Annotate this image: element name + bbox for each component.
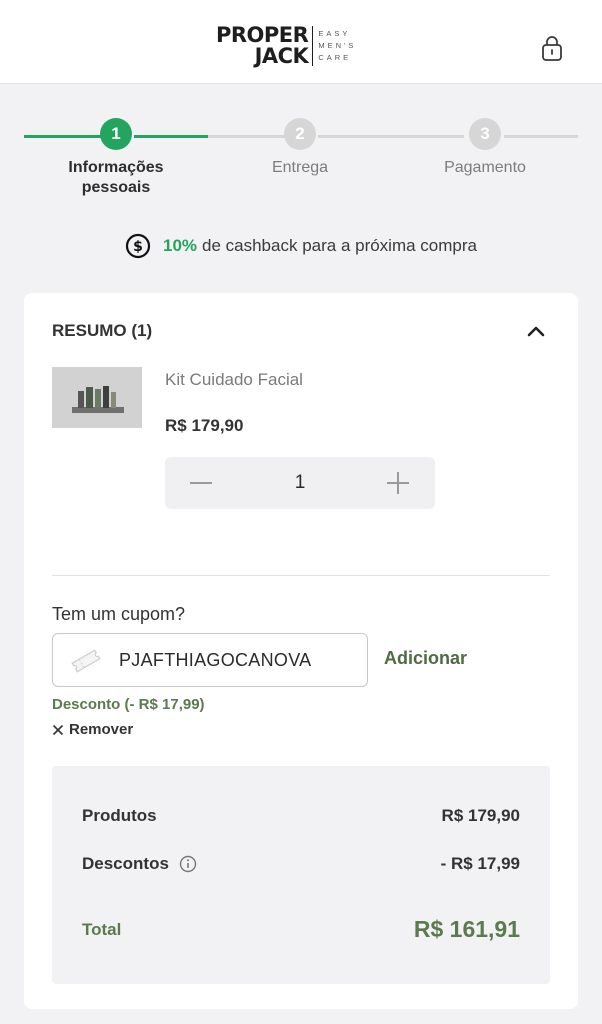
step-payment[interactable]: 3 Pagamento <box>415 118 555 178</box>
logo-divider <box>312 26 314 66</box>
total-row: Total R$ 161,91 <box>82 916 520 943</box>
lock-bag-icon[interactable] <box>540 36 564 62</box>
quantity-stepper: 1 <box>165 457 435 509</box>
total-label: Total <box>82 919 122 939</box>
close-icon <box>52 724 64 735</box>
step-number-2: 2 <box>284 118 316 150</box>
plus-icon[interactable] <box>384 470 412 496</box>
cashback-percent: 10% <box>162 236 198 255</box>
dollar-coin-icon: $ <box>125 233 151 259</box>
brand-tagline: EASY MEN'S CARE <box>318 28 356 64</box>
remove-label: Remover <box>69 721 134 738</box>
total-value: R$ 161,91 <box>413 916 520 942</box>
coupon-input[interactable] <box>119 634 359 686</box>
step-label-3: Pagamento <box>444 159 526 176</box>
cashback-banner: $ 10% de cashback para a próxima compra <box>0 232 602 260</box>
svg-text:$: $ <box>133 239 143 255</box>
step-label-1: Informações pessoais <box>68 158 163 198</box>
brand-logo[interactable]: PROPER JACK EASY MEN'S CARE <box>216 24 356 68</box>
product-image <box>52 367 142 428</box>
chevron-up-icon[interactable] <box>526 323 546 339</box>
discounts-value: - R$ 17,99 <box>440 854 520 873</box>
products-label: Produtos <box>82 806 157 825</box>
tagline-care: CARE <box>318 53 352 62</box>
header: PROPER JACK EASY MEN'S CARE <box>0 0 602 84</box>
info-icon[interactable] <box>179 855 197 873</box>
divider <box>52 575 550 576</box>
step-number-1: 1 <box>100 118 132 150</box>
brand-name-line2: JACK <box>254 44 309 68</box>
step-label-2: Entrega <box>271 159 329 176</box>
product-name: Kit Cuidado Facial <box>165 370 303 389</box>
products-value: R$ 179,90 <box>441 806 520 825</box>
ticket-icon <box>71 649 101 673</box>
discounts-label: Descontos <box>82 854 169 873</box>
checkout-stepper: 1 Informações pessoais 2 Entrega 3 Pagam… <box>0 118 602 208</box>
totals-panel: Produtos R$ 179,90 Descontos - R$ 17,99 … <box>52 766 550 984</box>
discounts-label-wrap: Descontos <box>82 854 197 874</box>
coupon-field[interactable] <box>52 633 368 687</box>
tagline-easy: EASY <box>318 29 351 38</box>
product-price: R$ 179,90 <box>165 416 244 435</box>
discounts-row: Descontos - R$ 17,99 <box>82 854 520 874</box>
discount-applied-text: Desconto (- R$ 17,99) <box>52 696 205 713</box>
cashback-text: de cashback para a próxima compra <box>202 236 477 255</box>
order-summary-card: RESUMO (1) Kit Cuidado Facial R$ 179,90 … <box>24 293 578 1009</box>
step-delivery[interactable]: 2 Entrega <box>230 118 370 178</box>
step-label-1-line1: Informações <box>68 159 164 176</box>
products-row: Produtos R$ 179,90 <box>82 806 520 826</box>
coupon-question: Tem um cupom? <box>52 604 186 624</box>
remove-coupon-button[interactable]: Remover <box>52 721 133 738</box>
brand-wordmark: PROPER JACK <box>216 23 309 68</box>
summary-title: RESUMO (1) <box>52 321 153 340</box>
tagline-mens: MEN'S <box>318 41 357 50</box>
add-coupon-button[interactable]: Adicionar <box>384 648 467 669</box>
step-personal-info[interactable]: 1 Informações pessoais <box>46 118 186 198</box>
brand-name-line1: PROPER <box>216 23 309 47</box>
step-number-3: 3 <box>469 118 501 150</box>
step-label-1-line2: pessoais <box>81 179 151 196</box>
